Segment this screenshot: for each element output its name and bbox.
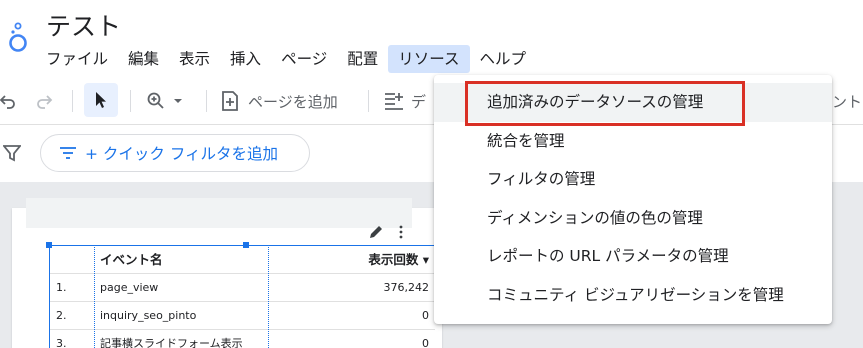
report-title[interactable]: テスト — [46, 10, 121, 44]
add-quick-filter-button[interactable]: + クイック フィルタを追加 — [40, 134, 310, 172]
views-cell: 376,242 — [326, 273, 435, 302]
add-quick-filter-label: + クイック フィルタを追加 — [85, 145, 279, 163]
select-tool-button[interactable] — [84, 83, 118, 117]
table-row[interactable]: 3. 記事横スライドフォーム表示 0 — [50, 329, 435, 348]
redo-button[interactable] — [34, 80, 54, 122]
menu-page[interactable]: ページ — [271, 45, 337, 73]
undo-icon — [0, 95, 15, 109]
cursor-arrow-icon — [96, 92, 106, 108]
menu-edit[interactable]: 編集 — [118, 45, 169, 73]
event-name-cell: inquiry_seo_pinto — [94, 301, 327, 330]
redo-icon — [37, 95, 53, 109]
table-chart-header — [26, 198, 412, 228]
menu-insert[interactable]: 挿入 — [220, 45, 271, 73]
views-cell: 0 — [326, 301, 435, 330]
looker-studio-logo-icon[interactable] — [4, 20, 30, 54]
add-data-label: デ — [411, 92, 427, 111]
column-guide — [268, 245, 269, 348]
toolbar-divider — [368, 90, 369, 112]
add-page-button[interactable]: ページを追加 — [220, 80, 338, 122]
menu-manage-filters[interactable]: フィルタの管理 — [434, 160, 832, 199]
column-guide — [94, 245, 95, 348]
filter-list-icon — [60, 147, 76, 159]
toolbar-divider — [206, 90, 207, 112]
toolbar-divider — [72, 90, 73, 112]
table-header-row: イベント名 表示回数 ▾ — [50, 245, 435, 274]
selection-border — [49, 245, 435, 246]
add-page-icon — [222, 91, 238, 111]
table-row[interactable]: 2. inquiry_seo_pinto 0 — [50, 301, 435, 330]
event-name-cell: 記事横スライドフォーム表示 — [94, 329, 327, 348]
menu-file[interactable]: ファイル — [36, 45, 118, 73]
row-index: 2. — [50, 301, 94, 330]
chevron-down-icon — [174, 99, 182, 103]
row-index: 3. — [50, 329, 94, 348]
resize-handle[interactable] — [46, 242, 52, 248]
menu-manage-url-parameters[interactable]: レポートの URL パラメータの管理 — [434, 237, 832, 276]
controls-button[interactable]: ントロ — [832, 80, 863, 122]
column-header-views[interactable]: 表示回数 ▾ — [326, 245, 435, 274]
toolbar-divider — [130, 90, 131, 112]
table-row[interactable]: 1. page_view 376,242 — [50, 273, 435, 302]
add-page-label: ページを追加 — [248, 92, 338, 111]
menu-manage-blends[interactable]: 統合を管理 — [434, 122, 832, 161]
views-cell: 0 — [326, 329, 435, 348]
selection-border — [49, 245, 50, 348]
menu-manage-community-visualizations[interactable]: コミュニティ ビジュアリゼーションを管理 — [434, 276, 832, 315]
chart-toolbar — [368, 224, 404, 240]
menu-view[interactable]: 表示 — [169, 45, 220, 73]
highlight-annotation-box — [465, 81, 745, 126]
menu-help[interactable]: ヘルプ — [470, 45, 537, 73]
undo-button[interactable] — [0, 80, 18, 122]
menu-resource[interactable]: リソース — [388, 45, 470, 73]
filter-icon[interactable] — [3, 144, 21, 162]
zoom-icon — [147, 92, 164, 109]
zoom-button[interactable] — [146, 80, 184, 122]
more-vert-icon[interactable] — [398, 224, 404, 240]
event-name-cell: page_view — [94, 273, 327, 302]
controls-label: ントロ — [832, 92, 863, 111]
menu-manage-dimension-colors[interactable]: ディメンションの値の色の管理 — [434, 199, 832, 238]
add-data-icon — [385, 93, 403, 110]
resize-handle[interactable] — [243, 242, 249, 248]
edit-pencil-icon[interactable] — [368, 224, 384, 240]
add-data-button[interactable]: デ — [383, 80, 426, 122]
menu-arrange[interactable]: 配置 — [337, 45, 388, 73]
table-index-header — [50, 245, 94, 274]
table-chart[interactable]: イベント名 表示回数 ▾ 1. page_view 376,242 2. inq… — [50, 245, 435, 348]
row-index: 1. — [50, 273, 94, 302]
column-header-event-name[interactable]: イベント名 — [94, 245, 327, 274]
menu-bar: ファイル 編集 表示 挿入 ページ 配置 リソース ヘルプ — [36, 45, 536, 73]
